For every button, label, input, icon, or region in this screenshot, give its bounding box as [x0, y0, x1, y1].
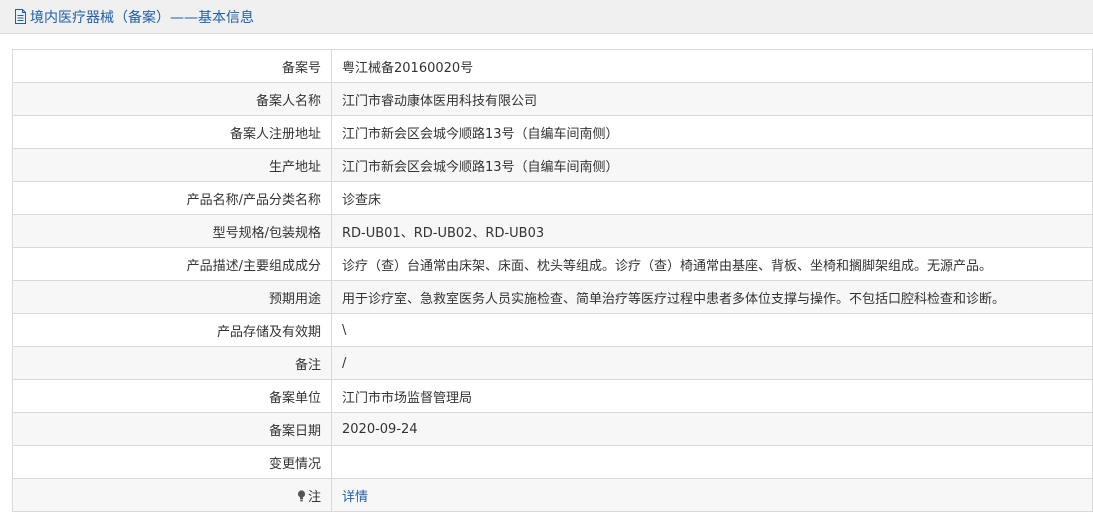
row-value: 用于诊疗室、急救室医务人员实施检查、简单治疗等医疗过程中患者多体位支撑与操作。不…	[331, 280, 1093, 314]
row-value: RD-UB01、RD-UB02、RD-UB03	[331, 214, 1093, 248]
info-table: 备案号 粤江械备20160020号 备案人名称 江门市睿动康体医用科技有限公司 …	[12, 49, 1093, 512]
row-label: 备案人注册地址	[12, 115, 332, 149]
details-link[interactable]: 详情	[342, 490, 368, 505]
row-value: /	[331, 346, 1093, 380]
table-row: 产品存储及有效期 \	[12, 313, 1093, 347]
note-label-cell: 注	[12, 478, 332, 512]
row-label: 产品描述/主要组成成分	[12, 247, 332, 281]
row-label: 备案号	[12, 49, 332, 83]
table-row: 备案人注册地址 江门市新会区会城今顺路13号（自编车间南侧）	[12, 115, 1093, 149]
row-label: 产品名称/产品分类名称	[12, 181, 332, 215]
note-value-cell: 详情	[331, 478, 1093, 512]
row-label: 备案人名称	[12, 82, 332, 116]
table-row: 备案单位 江门市市场监督管理局	[12, 379, 1093, 413]
row-value: 诊查床	[331, 181, 1093, 215]
document-icon	[15, 9, 26, 24]
note-row: 注 详情	[12, 478, 1093, 512]
table-row: 预期用途 用于诊疗室、急救室医务人员实施检查、简单治疗等医疗过程中患者多体位支撑…	[12, 280, 1093, 314]
row-value: 粤江械备20160020号	[331, 49, 1093, 83]
table-row: 备案人名称 江门市睿动康体医用科技有限公司	[12, 82, 1093, 116]
row-label: 型号规格/包装规格	[12, 214, 332, 248]
row-value: 2020-09-24	[331, 412, 1093, 446]
row-value: 江门市新会区会城今顺路13号（自编车间南侧）	[331, 148, 1093, 182]
main-content: 备案号 粤江械备20160020号 备案人名称 江门市睿动康体医用科技有限公司 …	[0, 34, 1093, 512]
table-row: 备案号 粤江械备20160020号	[12, 49, 1093, 83]
row-label: 产品存储及有效期	[12, 313, 332, 347]
table-row: 产品名称/产品分类名称 诊查床	[12, 181, 1093, 215]
row-value: 江门市市场监督管理局	[331, 379, 1093, 413]
note-label: 注	[307, 489, 321, 505]
row-label: 备案单位	[12, 379, 332, 413]
page-header: 境内医疗器械（备案）——基本信息	[0, 0, 1093, 34]
table-row: 备注 /	[12, 346, 1093, 380]
row-value: 诊疗（查）台通常由床架、床面、枕头等组成。诊疗（查）椅通常由基座、背板、坐椅和搁…	[331, 247, 1093, 281]
row-label: 变更情况	[12, 445, 332, 479]
row-label: 生产地址	[12, 148, 332, 182]
table-row: 备案日期 2020-09-24	[12, 412, 1093, 446]
row-label: 预期用途	[12, 280, 332, 314]
table-row: 型号规格/包装规格 RD-UB01、RD-UB02、RD-UB03	[12, 214, 1093, 248]
row-label: 备案日期	[12, 412, 332, 446]
row-value: \	[331, 313, 1093, 347]
table-row: 生产地址 江门市新会区会城今顺路13号（自编车间南侧）	[12, 148, 1093, 182]
lightbulb-icon	[297, 489, 306, 501]
table-row: 产品描述/主要组成成分 诊疗（查）台通常由床架、床面、枕头等组成。诊疗（查）椅通…	[12, 247, 1093, 281]
row-value	[331, 445, 1093, 479]
table-row: 变更情况	[12, 445, 1093, 479]
page-title: 境内医疗器械（备案）——基本信息	[30, 9, 254, 26]
row-value: 江门市新会区会城今顺路13号（自编车间南侧）	[331, 115, 1093, 149]
row-value: 江门市睿动康体医用科技有限公司	[331, 82, 1093, 116]
row-label: 备注	[12, 346, 332, 380]
